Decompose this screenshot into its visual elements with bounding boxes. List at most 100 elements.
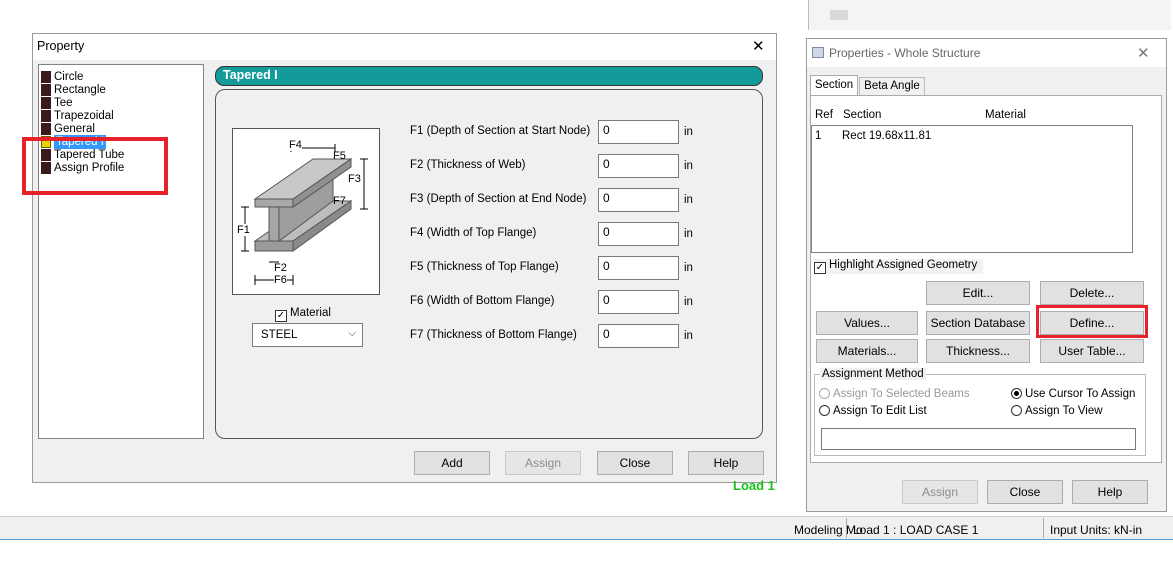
tab-beta-angle-label: Beta Angle [864, 80, 920, 92]
section-icon [41, 110, 51, 122]
section-database-button[interactable]: Section Database [926, 311, 1030, 335]
highlight-geometry-checkbox[interactable]: ✓ Highlight Assigned Geometry [814, 259, 984, 274]
tapered-i-diagram [232, 128, 380, 295]
field-unit-f2: in [684, 160, 693, 172]
use-cursor-label: Use Cursor To Assign [1025, 388, 1136, 400]
background-scroll-thumb [830, 10, 848, 20]
row-ref: 1 [815, 130, 822, 142]
materials-button[interactable]: Materials... [816, 339, 918, 363]
highlight-box-define [1036, 305, 1148, 338]
values-button[interactable]: Values... [816, 311, 918, 335]
properties-title: Properties - Whole Structure [829, 46, 981, 60]
properties-assign-button[interactable]: Assign [902, 480, 978, 504]
panel-title: Tapered I [223, 68, 278, 82]
section-icon [41, 84, 51, 96]
window-app-icon [812, 47, 824, 58]
checkbox-check-icon: ✓ [814, 262, 826, 274]
status-divider [1043, 518, 1044, 538]
dim-label-f7: F7 [333, 195, 346, 207]
column-material: Material [985, 109, 1026, 121]
tab-section-label: Section [814, 79, 854, 91]
chevron-down-icon: ⌵ [348, 328, 356, 339]
background-load-label: Load 1 [733, 478, 775, 493]
table-row[interactable]: 1 Rect 19.68x11.81 [812, 130, 1130, 144]
dim-label-f1: F1 [237, 224, 250, 236]
edit-list-input[interactable] [821, 428, 1136, 450]
close-button[interactable]: Close [597, 451, 673, 475]
tapered-i-drawing [241, 144, 368, 285]
property-dialog-title: Property [37, 39, 85, 53]
help-button[interactable]: Help [688, 451, 764, 475]
material-label: Material [290, 307, 331, 319]
properties-close-icon[interactable]: ✕ [1137, 44, 1150, 62]
section-list[interactable] [811, 125, 1133, 253]
panel-header [215, 66, 763, 86]
field-input-f3[interactable]: 0 [598, 188, 679, 212]
user-table-button[interactable]: User Table... [1040, 339, 1144, 363]
checkbox-check-icon: ✓ [275, 310, 287, 322]
tree-item[interactable]: Tee [54, 96, 73, 110]
field-label-f1: F1 (Depth of Section at Start Node) [410, 125, 591, 137]
tree-item[interactable]: Trapezoidal [54, 109, 114, 123]
field-unit-f4: in [684, 228, 693, 240]
assign-button[interactable]: Assign [505, 451, 581, 475]
thickness-button[interactable]: Thickness... [926, 339, 1030, 363]
assign-edit-list-radio[interactable]: Assign To Edit List [819, 405, 927, 417]
properties-close-button[interactable]: Close [987, 480, 1063, 504]
add-button[interactable]: Add [414, 451, 490, 475]
highlight-box-tree [22, 137, 168, 195]
row-section: Rect 19.68x11.81 [842, 130, 932, 142]
tree-item[interactable]: Rectangle [54, 83, 106, 97]
dim-label-f4: F4 [289, 139, 302, 151]
use-cursor-radio[interactable]: Use Cursor To Assign [1011, 388, 1135, 400]
radio-icon [819, 388, 830, 399]
field-input-f5[interactable]: 0 [598, 256, 679, 280]
field-label-f5: F5 (Thickness of Top Flange) [410, 261, 559, 273]
material-select[interactable]: STEEL ⌵ [252, 323, 363, 347]
assign-selected-radio[interactable]: Assign To Selected Beams [819, 388, 970, 400]
background-scroll-edge [808, 0, 1171, 30]
field-unit-f6: in [684, 296, 693, 308]
field-input-f1[interactable]: 0 [598, 120, 679, 144]
tree-item[interactable]: Circle [54, 70, 83, 84]
status-units: Input Units: kN-in [1050, 523, 1143, 537]
edit-button[interactable]: Edit... [926, 281, 1030, 305]
field-input-f7[interactable]: 0 [598, 324, 679, 348]
field-label-f4: F4 (Width of Top Flange) [410, 227, 537, 239]
field-unit-f3: in [684, 194, 693, 206]
column-ref: Ref [815, 109, 833, 121]
field-label-f6: F6 (Width of Bottom Flange) [410, 295, 555, 307]
dim-label-f3: F3 [348, 173, 361, 185]
highlight-label: Highlight Assigned Geometry [829, 259, 978, 271]
dim-label-f2: F2 [274, 262, 287, 274]
radio-icon [819, 405, 830, 416]
field-input-f4[interactable]: 0 [598, 222, 679, 246]
property-dialog-titlebar [33, 34, 776, 60]
status-load-case: Load 1 : LOAD CASE 1 [853, 523, 979, 537]
status-divider [846, 518, 847, 538]
field-label-f3: F3 (Depth of Section at End Node) [410, 193, 587, 205]
delete-button[interactable]: Delete... [1040, 281, 1144, 305]
field-input-f6[interactable]: 0 [598, 290, 679, 314]
assign-selected-label: Assign To Selected Beams [833, 388, 970, 400]
section-icon [41, 123, 51, 135]
assignment-method-legend: Assignment Method [820, 368, 926, 380]
assign-view-radio[interactable]: Assign To View [1011, 405, 1103, 417]
section-icon [41, 71, 51, 83]
field-unit-f7: in [684, 330, 693, 342]
tab-section[interactable]: Section [810, 75, 858, 95]
close-icon[interactable]: ✕ [752, 37, 765, 55]
radio-icon [1011, 405, 1022, 416]
tree-item[interactable]: General [54, 122, 95, 136]
field-unit-f1: in [684, 126, 693, 138]
column-section: Section [843, 109, 882, 121]
field-label-f7: F7 (Thickness of Bottom Flange) [410, 329, 577, 341]
properties-help-button[interactable]: Help [1072, 480, 1148, 504]
field-unit-f5: in [684, 262, 693, 274]
material-select-value: STEEL [261, 329, 298, 341]
field-input-f2[interactable]: 0 [598, 154, 679, 178]
field-label-f2: F2 (Thickness of Web) [410, 159, 526, 171]
tab-beta-angle[interactable]: Beta Angle [859, 77, 925, 95]
material-checkbox[interactable]: ✓ Material [275, 307, 331, 322]
section-icon [41, 97, 51, 109]
